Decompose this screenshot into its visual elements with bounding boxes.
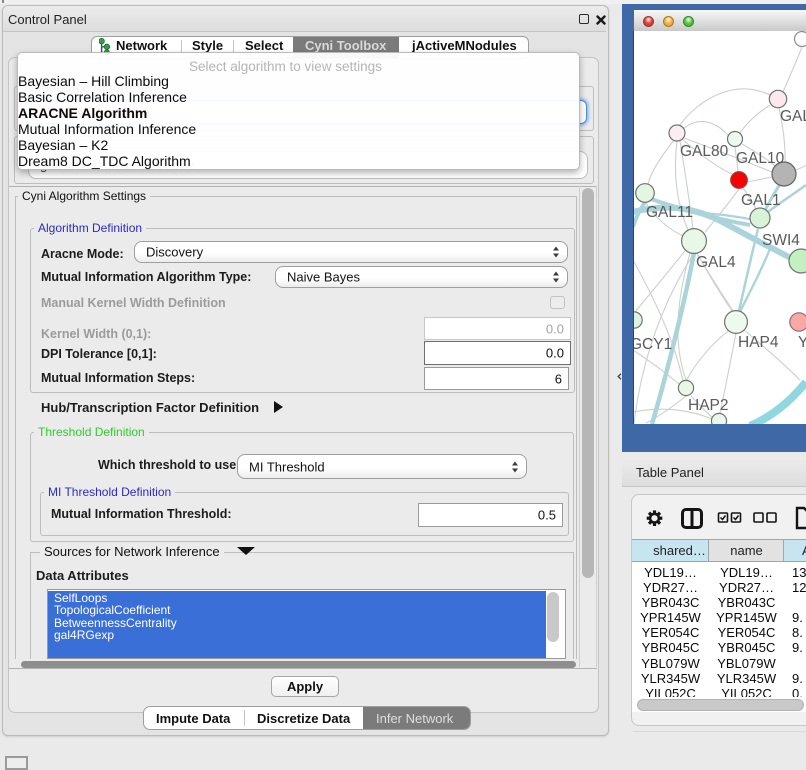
svg-text:GAL11: GAL11 — [646, 204, 693, 221]
svg-text:GCY1: GCY1 — [634, 336, 672, 353]
svg-text:Y: Y — [798, 334, 806, 351]
svg-text:GAL10: GAL10 — [736, 150, 785, 167]
svg-text:GAL4: GAL4 — [696, 254, 736, 271]
svg-text:GAL80: GAL80 — [680, 143, 729, 160]
svg-text:HAP2: HAP2 — [688, 397, 729, 414]
svg-text:HAP4: HAP4 — [738, 334, 779, 351]
svg-text:SWI4: SWI4 — [762, 232, 800, 249]
svg-text:GAL1: GAL1 — [741, 192, 781, 209]
svg-text:GAL: GAL — [780, 108, 806, 125]
